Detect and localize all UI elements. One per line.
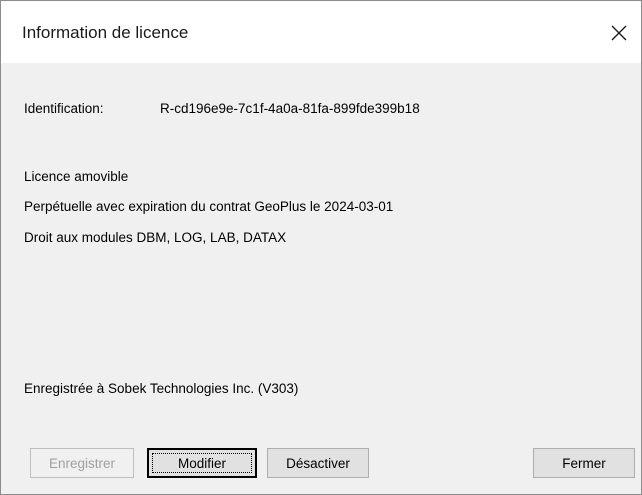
close-button[interactable]: Fermer (533, 448, 635, 478)
license-dialog: Information de licence Identification: R… (0, 0, 642, 495)
license-type: Licence amovible (24, 169, 129, 184)
registered-to: Enregistrée à Sobek Technologies Inc. (V… (24, 381, 299, 396)
window-title: Information de licence (22, 23, 189, 42)
deactivate-button-label: Désactiver (286, 455, 350, 471)
dialog-body: Identification: R-cd196e9e-7c1f-4a0a-81f… (1, 63, 641, 494)
identification-label: Identification: (24, 101, 104, 116)
close-button-label: Fermer (562, 455, 606, 471)
close-icon (611, 25, 627, 41)
close-window-button[interactable] (597, 11, 641, 55)
title-bar: Information de licence (1, 1, 641, 63)
identification-value: R-cd196e9e-7c1f-4a0a-81fa-899fde399b18 (160, 101, 420, 116)
register-button-label: Enregistrer (48, 455, 116, 471)
license-expiration: Perpétuelle avec expiration du contrat G… (24, 199, 394, 214)
register-button[interactable]: Enregistrer (30, 448, 134, 478)
focus-rectangle (152, 453, 252, 473)
modify-button[interactable]: Modifier (147, 448, 257, 478)
deactivate-button[interactable]: Désactiver (267, 448, 369, 478)
license-modules: Droit aux modules DBM, LOG, LAB, DATAX (24, 230, 287, 245)
